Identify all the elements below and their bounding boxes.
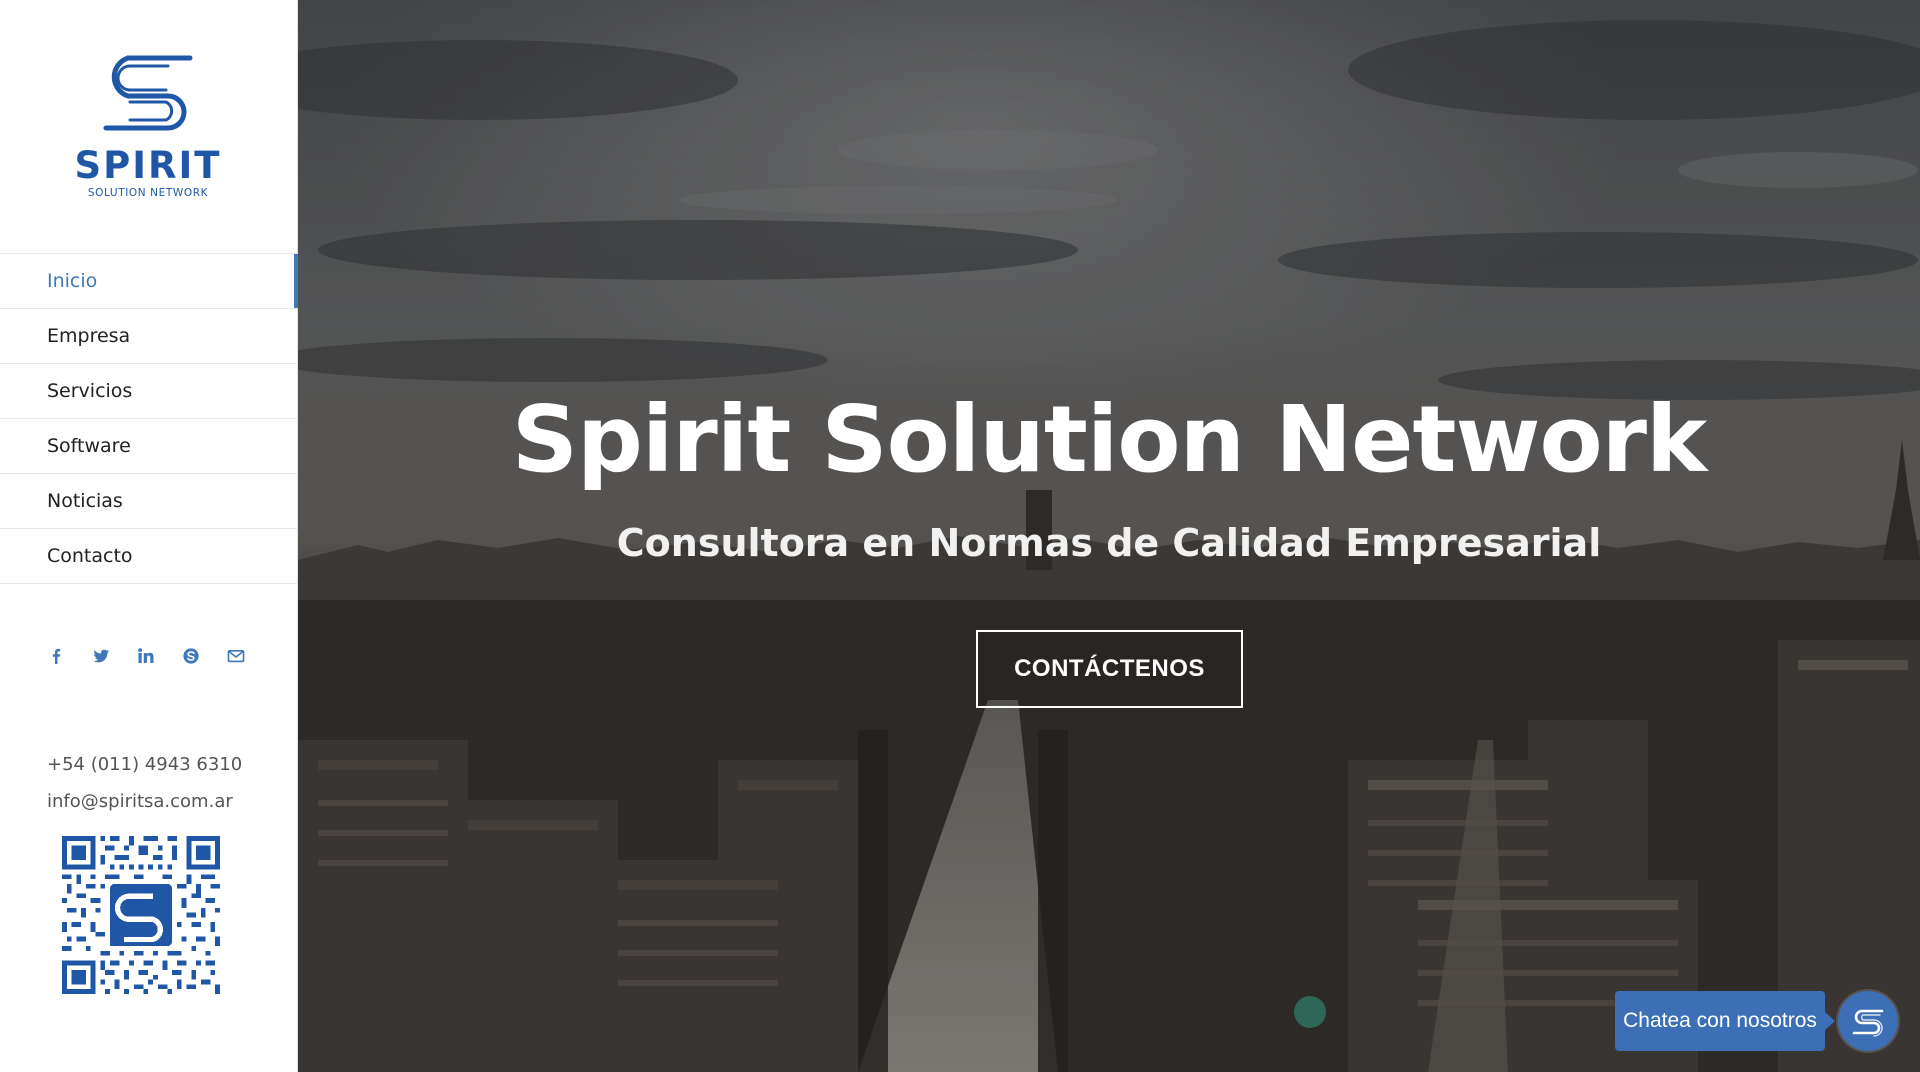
hero-title: Spirit Solution Network: [511, 386, 1707, 493]
social-links: [44, 644, 248, 668]
chat-prompt-button[interactable]: Chatea con nosotros: [1615, 991, 1835, 1051]
spirit-s-chat-icon: [1852, 1009, 1884, 1037]
main-navigation: Inicio Empresa Servicios Software Notici…: [0, 253, 298, 584]
brand-tagline: SOLUTION NETWORK: [87, 187, 209, 199]
nav-item-label: Inicio: [47, 270, 98, 292]
nav-item-label: Software: [47, 435, 131, 457]
hero-section: Spirit Solution Network Consultora en No…: [298, 0, 1920, 1072]
twitter-icon[interactable]: [89, 644, 113, 668]
nav-item-label: Empresa: [47, 325, 131, 347]
spirit-s-logo-icon: [103, 55, 193, 131]
nav-item-empresa[interactable]: Empresa: [0, 309, 298, 364]
skype-icon[interactable]: [179, 644, 203, 668]
qr-code-icon: [62, 836, 220, 994]
nav-item-software[interactable]: Software: [0, 419, 298, 474]
nav-item-label: Noticias: [47, 490, 123, 512]
nav-item-noticias[interactable]: Noticias: [0, 474, 298, 529]
contact-email[interactable]: info@spiritsa.com.ar: [47, 791, 233, 812]
brand-name: SPIRIT: [74, 144, 222, 187]
nav-item-servicios[interactable]: Servicios: [0, 364, 298, 419]
spirit-logo[interactable]: SPIRIT SOLUTION NETWORK: [56, 52, 240, 202]
linkedin-icon[interactable]: [134, 644, 158, 668]
sidebar: SPIRIT SOLUTION NETWORK Inicio Empresa S…: [0, 0, 298, 1072]
facebook-icon[interactable]: [44, 644, 68, 668]
chat-prompt-label: Chatea con nosotros: [1623, 1009, 1817, 1032]
contact-phone: +54 (011) 4943 6310: [47, 754, 243, 775]
hero-subtitle: Consultora en Normas de Calidad Empresar…: [616, 521, 1602, 565]
nav-item-label: Servicios: [47, 380, 133, 402]
email-icon[interactable]: [224, 644, 248, 668]
nav-item-inicio[interactable]: Inicio: [0, 254, 298, 309]
nav-item-contacto[interactable]: Contacto: [0, 529, 298, 584]
contact-us-button[interactable]: CONTÁCTENOS: [976, 630, 1243, 708]
nav-item-label: Contacto: [47, 545, 133, 567]
chat-launcher-button[interactable]: [1838, 991, 1898, 1051]
